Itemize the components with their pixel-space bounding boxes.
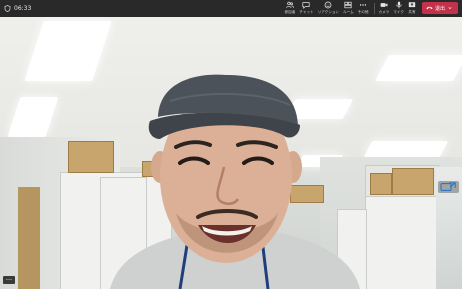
camera-icon [380,3,388,7]
elapsed-time: 06:33 [14,5,32,12]
mic-icon [396,1,402,9]
participants-button[interactable]: 参加者 [284,0,296,17]
chevron-down-icon[interactable] [448,6,452,10]
meeting-timer: 06:33 [4,5,31,12]
chat-button[interactable]: チャット [299,0,314,17]
reaction-label: リアクション [317,10,340,14]
toolbar-divider [373,3,375,14]
pop-out-icon [440,182,456,191]
self-view-label: ••• [5,278,13,282]
leave-label: 退出 [434,5,445,12]
share-icon [408,2,416,8]
mic-label: マイク [393,10,404,14]
meeting-toolbar: 06:33 参加者 チャット リアクション ルーム その他 カメラ マイク 共有… [0,0,462,17]
participants-label: 参加者 [284,10,296,14]
camera-button[interactable]: カメラ [378,0,390,17]
more-button[interactable]: その他 [358,0,369,17]
more-icon [359,4,367,6]
chat-label: チャット [299,10,314,14]
share-label: 共有 [408,10,416,14]
pop-out-button[interactable] [438,181,459,193]
leave-button[interactable]: 退出 [422,2,458,14]
reaction-button[interactable]: リアクション [318,0,339,17]
rooms-icon [344,1,352,9]
self-view-thumbnail[interactable]: ••• [3,276,15,284]
participants-icon [286,1,294,8]
reaction-icon [324,1,332,9]
participant-video [110,74,360,289]
share-button[interactable]: 共有 [408,0,416,17]
rooms-label: ルーム [343,10,354,14]
more-label: その他 [357,10,369,14]
phone-icon [426,6,433,10]
toolbar-controls: 参加者 チャット リアクション ルーム その他 カメラ マイク 共有 退出 [281,0,458,17]
video-stage [0,17,462,289]
camera-label: カメラ [378,10,390,14]
mic-button[interactable]: マイク [393,0,404,17]
shield-icon [4,5,11,12]
chat-icon [302,2,311,9]
rooms-button[interactable]: ルーム [343,0,354,17]
